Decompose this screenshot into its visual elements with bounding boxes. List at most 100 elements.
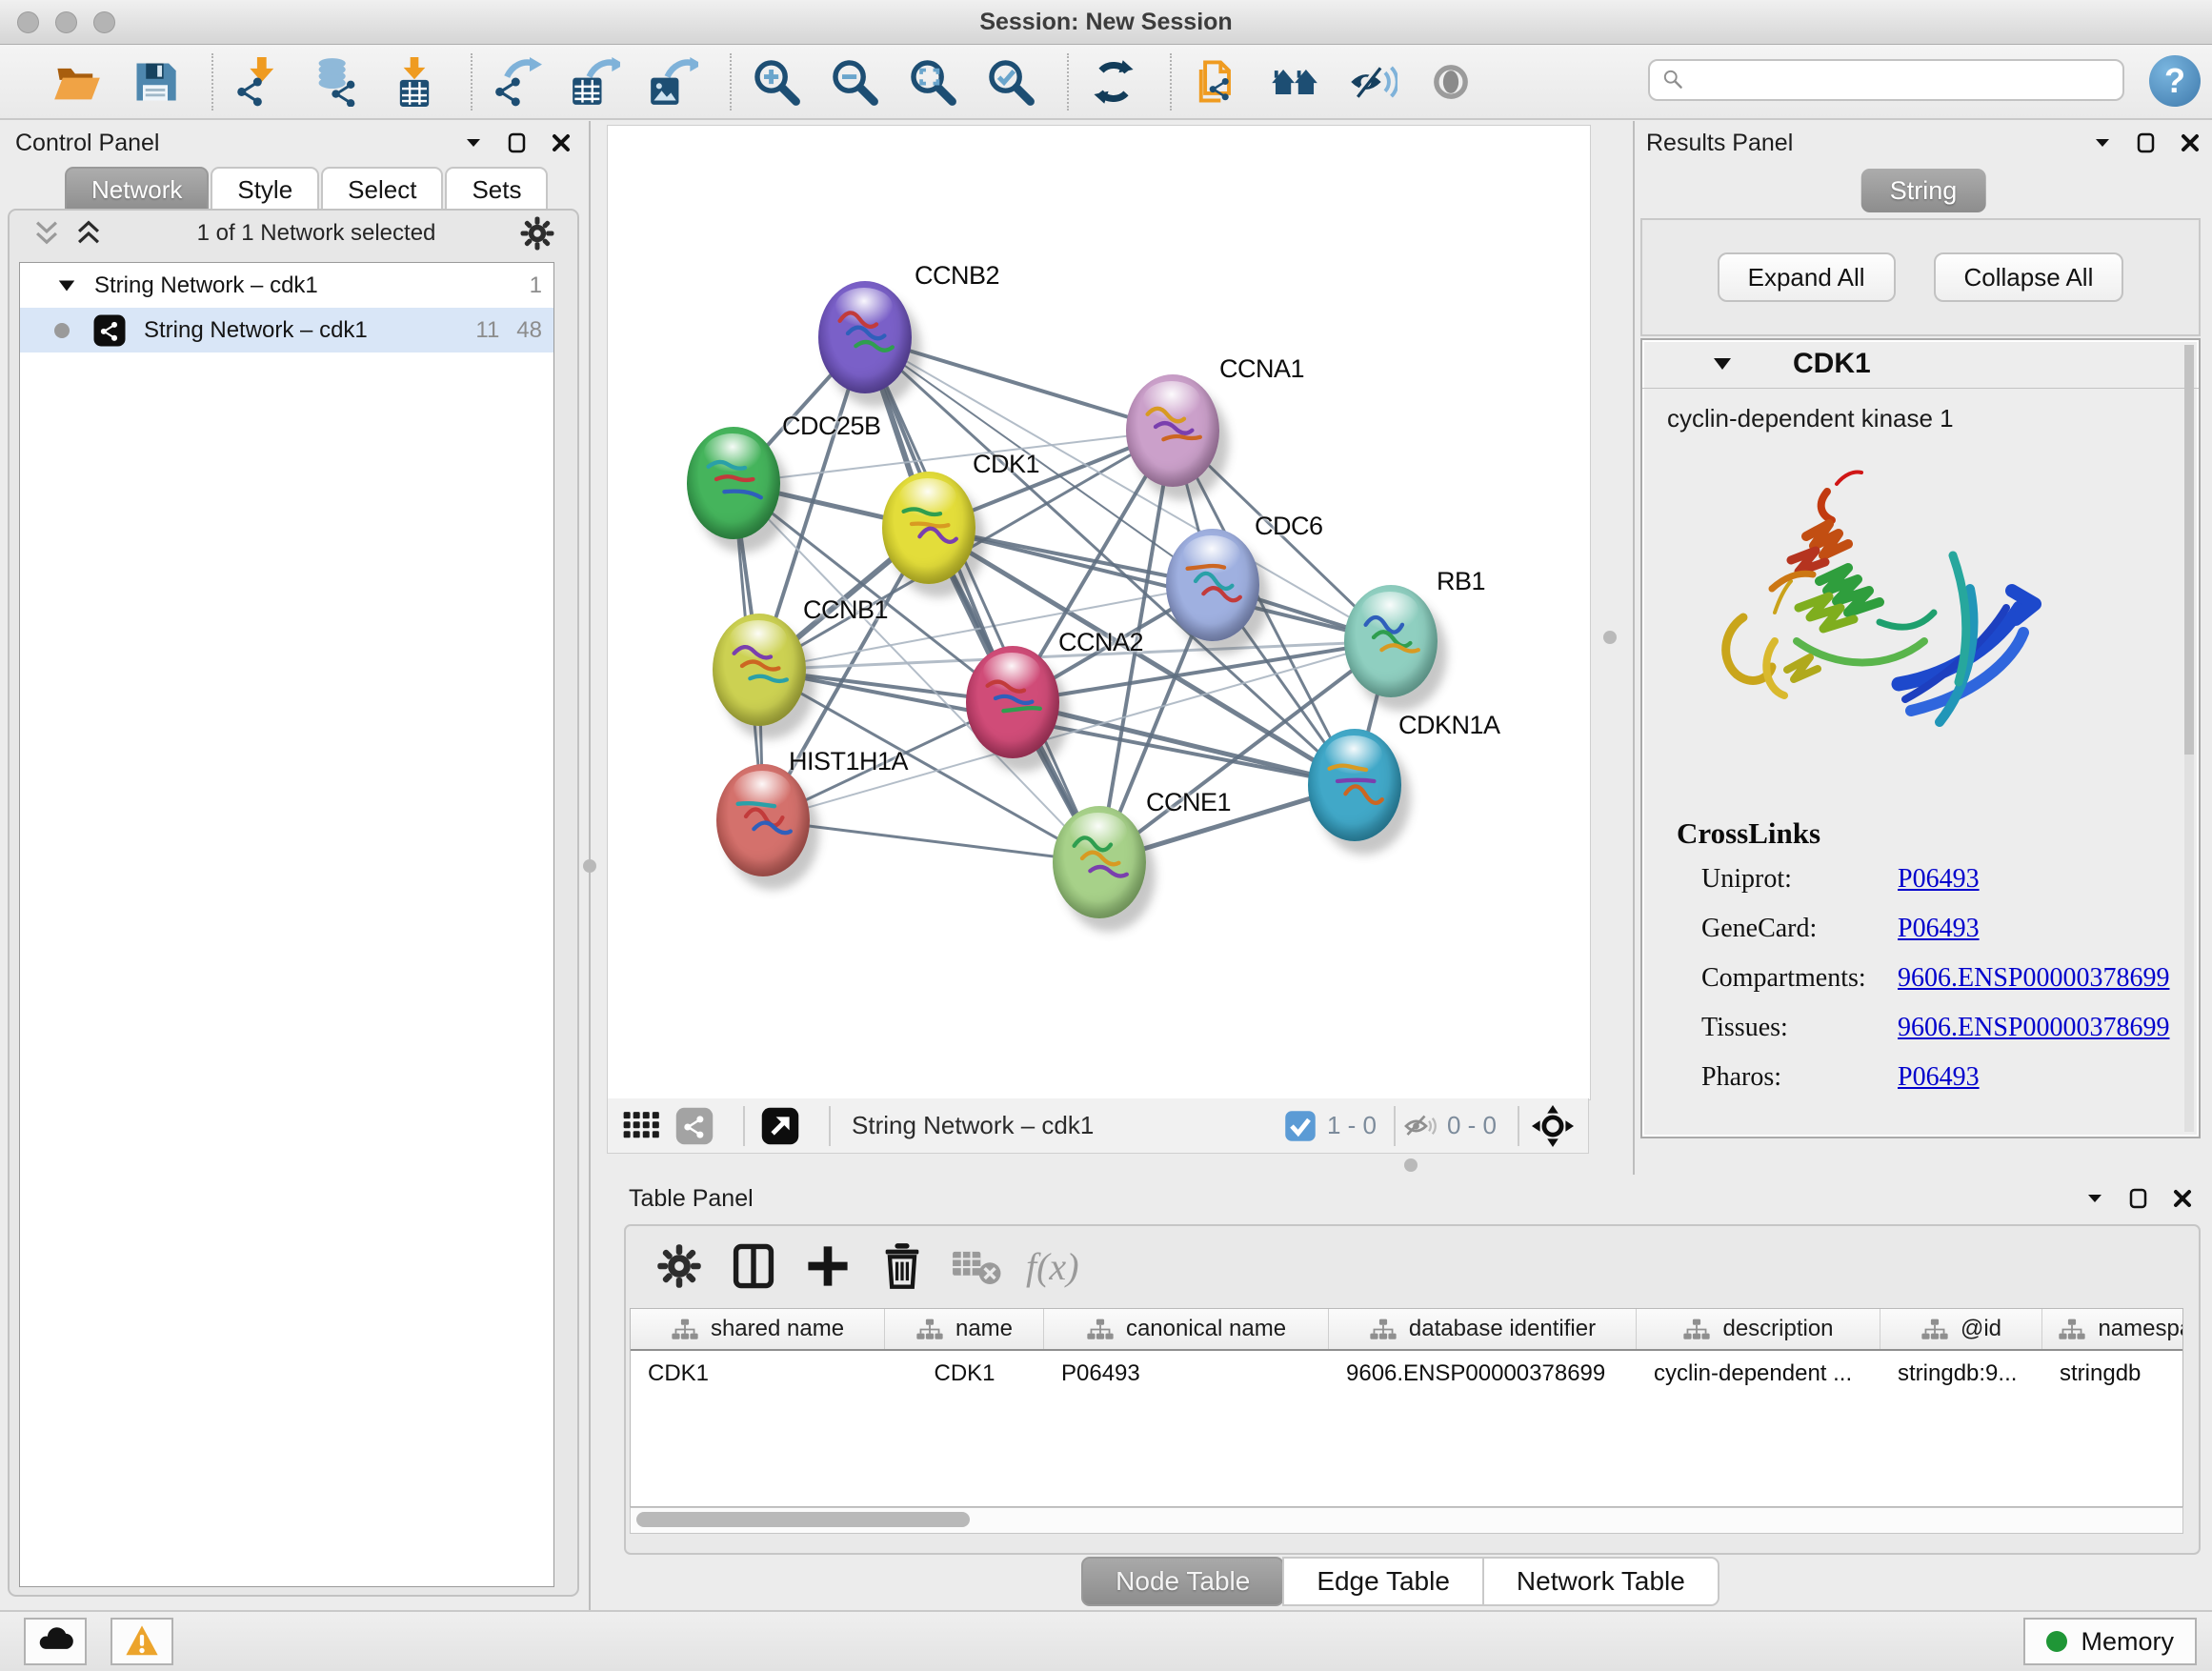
network-node-CCNE1[interactable] [1053, 806, 1146, 918]
network-canvas[interactable]: CCNB2CCNA1CDC25BCDK1CDC6RB1CCNB1CCNA2CDK… [607, 125, 1591, 1100]
column-header-namespace[interactable]: namespace [2042, 1309, 2183, 1349]
close-panel-icon[interactable] [2178, 131, 2202, 155]
network-node-CDC6[interactable] [1166, 529, 1259, 641]
tab-network-table[interactable]: Network Table [1482, 1557, 1719, 1606]
add-column-icon[interactable] [803, 1241, 853, 1291]
collapse-all-icon[interactable] [30, 217, 63, 250]
table-horizontal-scrollbar[interactable] [630, 1507, 2183, 1534]
network-view-toolbar: String Network – cdk1 1 - 0 0 - 0 [607, 1098, 1589, 1154]
tab-node-table[interactable]: Node Table [1081, 1557, 1284, 1606]
window-title: Session: New Session [0, 0, 2212, 44]
open-session-button[interactable] [50, 54, 105, 110]
edge-CCNB2-CCNE1[interactable] [865, 337, 1099, 862]
import-table-button[interactable] [387, 54, 442, 110]
panel-menu-icon[interactable] [2090, 131, 2115, 155]
column-header-database-identifier[interactable]: database identifier [1329, 1309, 1637, 1349]
crosslinks-title: CrossLinks [1677, 816, 2199, 851]
crosslink-value-link[interactable]: 9606.ENSP00000378699 [1898, 963, 2169, 994]
control-panel-header: Control Panel [0, 121, 589, 165]
column-header-description[interactable]: description [1637, 1309, 1880, 1349]
panel-menu-icon[interactable] [461, 131, 486, 155]
help-button[interactable]: ? [2149, 55, 2201, 107]
edge-CCNE1-HIST1H1A[interactable] [763, 820, 1099, 862]
tab-select[interactable]: Select [321, 167, 443, 211]
collapse-all-button[interactable]: Collapse All [1934, 252, 2124, 302]
node-structure-thumbnail [1138, 395, 1207, 470]
column-header-@id[interactable]: @id [1880, 1309, 2042, 1349]
close-panel-icon[interactable] [549, 131, 573, 155]
clone-network-button[interactable] [1189, 54, 1244, 110]
protein-card-header[interactable]: CDK1 [1642, 340, 2199, 389]
selected-checkbox-icon[interactable] [1283, 1109, 1317, 1143]
crosslink-value-link[interactable]: P06493 [1898, 1062, 1980, 1093]
network-row[interactable]: String Network – cdk1 11 48 [20, 308, 553, 352]
birdseye-icon[interactable] [1531, 1104, 1575, 1148]
memory-button[interactable]: Memory [2023, 1618, 2197, 1665]
network-node-HIST1H1A[interactable] [716, 764, 810, 876]
tab-edge-table[interactable]: Edge Table [1282, 1557, 1484, 1606]
zoom-selected-button[interactable] [983, 54, 1038, 110]
tab-style[interactable]: Style [211, 167, 319, 211]
grid-view-icon[interactable] [621, 1106, 661, 1146]
network-node-CDC25B[interactable] [687, 427, 780, 539]
zoom-fit-button[interactable] [905, 54, 960, 110]
float-panel-icon[interactable] [505, 131, 530, 155]
collection-expand-icon[interactable] [56, 275, 77, 296]
save-session-button[interactable] [128, 54, 183, 110]
export-image-button[interactable] [646, 54, 701, 110]
network-node-RB1[interactable] [1344, 585, 1438, 697]
left-splitter-handle[interactable] [583, 859, 596, 873]
network-node-CCNB1[interactable] [713, 614, 806, 726]
expand-all-button[interactable]: Expand All [1718, 252, 1896, 302]
tab-network[interactable]: Network [65, 167, 209, 211]
bottom-splitter-handle[interactable] [1404, 1158, 1418, 1172]
detach-view-icon[interactable] [760, 1106, 800, 1146]
tab-sets[interactable]: Sets [445, 167, 548, 211]
hide-details-button[interactable] [1345, 54, 1400, 110]
crosslink-value-link[interactable]: P06493 [1898, 914, 1980, 944]
search-input[interactable] [1648, 59, 2124, 101]
zoom-out-button[interactable] [827, 54, 882, 110]
hidden-eye-icon[interactable] [1403, 1109, 1438, 1143]
column-header-canonical-name[interactable]: canonical name [1044, 1309, 1329, 1349]
column-header-name[interactable]: name [885, 1309, 1044, 1349]
right-splitter-handle[interactable] [1603, 631, 1617, 644]
column-header-shared-name[interactable]: shared name [631, 1309, 885, 1349]
show-columns-icon[interactable] [729, 1241, 778, 1291]
tab-string[interactable]: String [1861, 169, 1986, 212]
crosslink-value-link[interactable]: P06493 [1898, 864, 1980, 895]
import-database-button[interactable] [309, 54, 364, 110]
collapse-card-icon[interactable] [1711, 352, 1734, 375]
zoom-in-button[interactable] [749, 54, 804, 110]
cloud-tasks-button[interactable] [24, 1618, 87, 1665]
node-structure-thumbnail [1320, 750, 1389, 824]
table-options-gear-icon[interactable] [654, 1241, 704, 1291]
network-node-CDKN1A[interactable] [1308, 729, 1401, 841]
delete-column-icon[interactable] [877, 1241, 927, 1291]
zoom-in-icon [752, 57, 801, 107]
warnings-button[interactable] [111, 1618, 173, 1665]
first-neighbors-button[interactable] [1267, 54, 1322, 110]
network-node-CCNB2[interactable] [818, 281, 912, 393]
refresh-icon [1089, 57, 1138, 107]
import-network-button[interactable] [231, 54, 286, 110]
crosslink-value-link[interactable]: 9606.ENSP00000378699 [1898, 1013, 2169, 1043]
network-options-gear-icon[interactable] [518, 214, 556, 252]
network-node-CDK1[interactable] [882, 472, 975, 584]
expand-all-icon[interactable] [72, 217, 105, 250]
column-type-icon [915, 1317, 944, 1342]
export-table-button[interactable] [568, 54, 623, 110]
float-panel-icon[interactable] [2126, 1186, 2151, 1211]
results-scrollbar[interactable] [2184, 345, 2194, 1132]
network-node-CCNA2[interactable] [966, 646, 1059, 758]
network-collection-row[interactable]: String Network – cdk1 1 [20, 263, 553, 308]
close-panel-icon[interactable] [2170, 1186, 2195, 1211]
refresh-button[interactable] [1086, 54, 1141, 110]
table-row[interactable]: CDK1CDK1P064939606.ENSP00000378699cyclin… [631, 1351, 2182, 1397]
network-node-CCNA1[interactable] [1126, 374, 1219, 487]
export-network-button[interactable] [490, 54, 545, 110]
show-graphics-button[interactable] [1423, 54, 1478, 110]
float-panel-icon[interactable] [2134, 131, 2159, 155]
panel-menu-icon[interactable] [2082, 1186, 2107, 1211]
network-overview-icon[interactable] [674, 1106, 714, 1146]
